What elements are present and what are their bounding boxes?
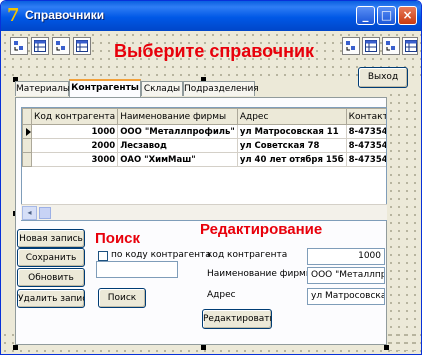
search-button[interactable]: Поиск — [98, 288, 146, 308]
tab-counterparties[interactable]: Контрагенты — [69, 79, 141, 97]
cell-name[interactable]: ООО "Металлпрофиль" — [117, 124, 238, 139]
grid-table-icon[interactable] — [73, 37, 91, 55]
row-indicator — [22, 152, 32, 167]
refresh-button[interactable]: Обновить — [17, 268, 85, 287]
scroll-thumb[interactable] — [39, 207, 51, 219]
save-button[interactable]: Сохранить — [17, 248, 85, 267]
table-row[interactable]: 3000 ОАО "ХимМаш" ул 40 лет отября 15б 8… — [22, 152, 386, 167]
search-heading: Поиск — [95, 230, 141, 247]
table-icon[interactable] — [362, 37, 380, 55]
minimize-button[interactable]: _ — [356, 6, 375, 25]
db-navigator-icon[interactable] — [342, 37, 360, 55]
cell-name[interactable]: ОАО "ХимМаш" — [117, 152, 238, 167]
search-input[interactable] — [96, 261, 178, 278]
selection-handle — [384, 345, 389, 350]
current-row-arrow-icon — [26, 127, 31, 136]
table-row[interactable]: 2000 Лесзавод ул Советская 78 8-47354-6-… — [22, 138, 386, 153]
edit-name-label: Наименование фирмы — [207, 269, 313, 279]
row-indicator — [22, 138, 32, 153]
db-link-icon[interactable] — [382, 37, 400, 55]
column-header-address[interactable]: Адрес — [236, 108, 347, 125]
cell-phone[interactable]: 8-47354-4-28-95 — [345, 152, 386, 167]
exit-button[interactable]: Выход — [358, 67, 408, 88]
column-header-code[interactable]: Код контрагента — [30, 108, 119, 125]
cell-phone[interactable]: 8-47354-6-55-12 — [345, 124, 386, 139]
tab-warehouses[interactable]: Склады — [141, 81, 183, 96]
edit-heading: Редактирование — [200, 221, 323, 238]
cell-code[interactable]: 2000 — [30, 138, 119, 153]
form-grid-right — [387, 91, 421, 351]
window-title: Справочники — [25, 8, 105, 22]
page-heading: Выберите справочник — [114, 41, 315, 61]
grid-indicator-header — [22, 108, 32, 125]
edit-address-label: Адрес — [207, 290, 236, 300]
edit-button[interactable]: Редактировать — [202, 309, 272, 329]
new-record-button[interactable]: Новая запись — [17, 229, 85, 248]
table-row[interactable]: 1000 ООО "Металлпрофиль" ул Матросовская… — [22, 124, 386, 139]
column-header-name[interactable]: Наименование фирмы — [117, 108, 238, 125]
search-by-code-label: по коду контрагента — [111, 250, 211, 260]
selection-handle — [201, 345, 206, 350]
selection-handle — [13, 345, 18, 350]
cell-phone[interactable]: 8-47354-6-59-22 — [345, 138, 386, 153]
grid-table-icon[interactable] — [402, 37, 418, 55]
grid-header-row: Код контрагента Наименование фирмы Адрес… — [22, 108, 386, 125]
table-icon[interactable] — [31, 37, 49, 55]
row-indicator — [22, 124, 32, 139]
cell-address[interactable]: ул Советская 78 — [236, 138, 347, 153]
maximize-button[interactable]: □ — [377, 6, 396, 25]
column-header-phone[interactable]: Контактный телефон — [345, 108, 386, 125]
horizontal-scrollbar[interactable]: ◂ — [21, 204, 387, 220]
tab-materials[interactable]: Материалы — [15, 81, 70, 96]
search-by-code-checkbox[interactable] — [98, 251, 108, 261]
edit-address-field[interactable]: ул Матросовская 1 — [307, 288, 385, 305]
cell-address[interactable]: ул 40 лет отября 15б — [236, 152, 347, 167]
edit-code-field[interactable]: 1000 — [307, 248, 385, 265]
edit-name-field[interactable]: ООО "Металлпрофи — [307, 267, 385, 284]
close-button[interactable]: × — [398, 6, 417, 25]
cell-address[interactable]: ул Матросовская 11 — [236, 124, 347, 139]
app-icon: 7 — [7, 5, 20, 26]
tab-departments[interactable]: Подразделения — [183, 81, 259, 96]
main-window: 7 Справочники _ □ × Выберите справочник … — [0, 0, 422, 355]
scroll-left-icon[interactable]: ◂ — [22, 206, 37, 220]
edit-code-label: код контрагента — [207, 250, 288, 260]
db-link-icon[interactable] — [52, 37, 70, 55]
title-bar[interactable]: 7 Справочники _ □ × — [1, 1, 421, 31]
db-navigator-icon[interactable] — [10, 37, 28, 55]
cell-code[interactable]: 1000 — [30, 124, 119, 139]
delete-record-button[interactable]: Удалить запись — [17, 289, 85, 308]
cell-name[interactable]: Лесзавод — [117, 138, 238, 153]
cell-code[interactable]: 3000 — [30, 152, 119, 167]
